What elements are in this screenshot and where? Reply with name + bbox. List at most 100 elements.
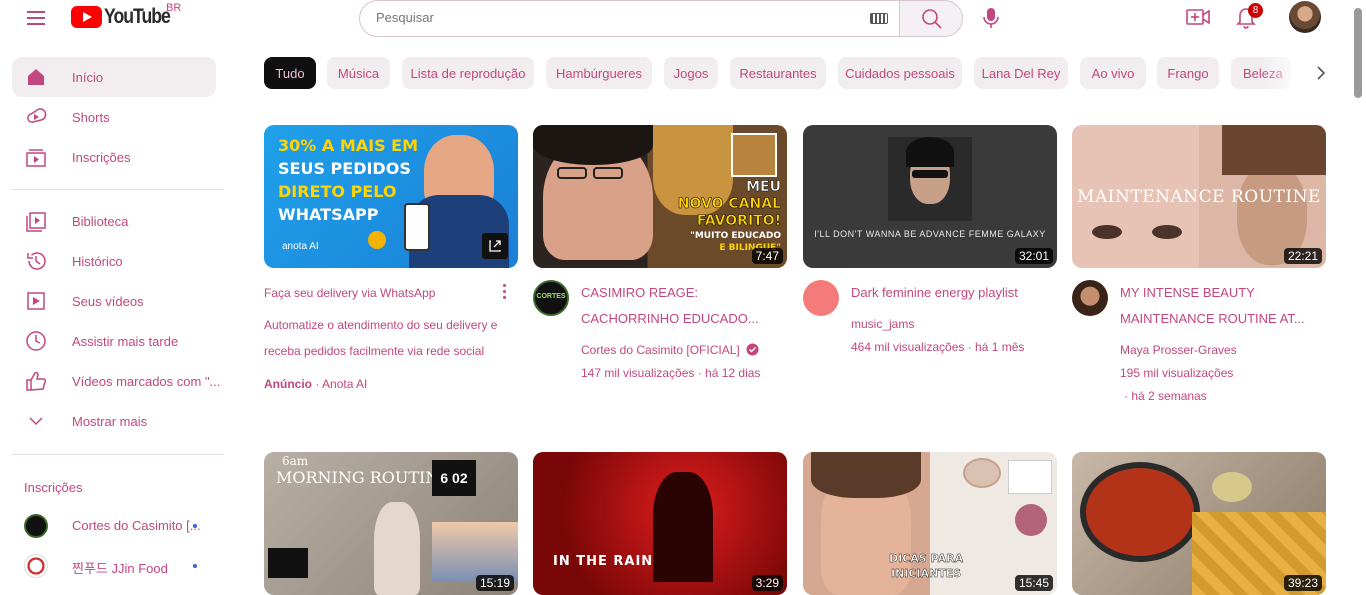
external-link-icon[interactable] (482, 233, 508, 259)
channel-name[interactable]: music_jams (851, 317, 914, 331)
subscription-item[interactable]: 찐푸드 JJin Food (12, 546, 216, 586)
thumb-makeup (963, 458, 1001, 488)
chip-lana-del-rey[interactable]: Lana Del Rey (974, 57, 1068, 89)
mic-icon[interactable] (981, 6, 1001, 30)
video-title-line: CASIMIRO REAGE: (581, 285, 699, 300)
video-title[interactable]: Faça seu delivery via WhatsApp (264, 280, 435, 306)
chip-restaurants[interactable]: Restaurantes (730, 57, 826, 89)
sidebar-item-shorts[interactable]: Shorts (12, 97, 216, 137)
thumb-line: "MUITO EDUCADO (690, 231, 781, 241)
sidebar-item-label: Assistir mais tarde (72, 333, 179, 349)
video-title-line: CACHORRINHO EDUCADO... (581, 311, 759, 326)
logo-text: YouTube (104, 5, 171, 28)
thumb-headline: 30% A MAIS EM SEUS PEDIDOS DIRETO PELO W… (278, 134, 418, 226)
channel-avatar[interactable] (1072, 280, 1108, 316)
youtube-logo[interactable]: YouTube BR (71, 2, 182, 29)
thumb-brand: anota AI (282, 241, 319, 252)
sidebar-item-your-videos[interactable]: Seus vídeos (12, 281, 216, 321)
subscription-label: 찐푸드 JJin Food (72, 561, 168, 576)
video-title[interactable]: Dark feminine energy playlist (851, 280, 1018, 306)
channel-name[interactable]: Maya Prosser-Graves (1120, 343, 1237, 357)
sidebar-item-label: Vídeos marcados com "... (72, 373, 221, 389)
thumb-text-small: 6am (282, 454, 309, 468)
chip-playlist[interactable]: Lista de reprodução (402, 57, 534, 89)
channel-name-row[interactable]: Cortes do Casimito [OFICIAL] (581, 343, 759, 357)
thumb-caption: I'LL DON'T WANNA BE ADVANCE FEMME GALAXY (814, 229, 1046, 239)
chevron-right-icon[interactable] (1306, 58, 1336, 88)
video-thumbnail[interactable]: I'LL DON'T WANNA BE ADVANCE FEMME GALAXY… (803, 125, 1057, 268)
video-duration: 39:23 (1283, 575, 1322, 591)
scrollbar-thumb[interactable] (1354, 8, 1362, 98)
menu-icon[interactable] (24, 6, 48, 30)
channel-avatar[interactable] (803, 280, 839, 316)
sidebar-item-history[interactable]: Histórico (12, 241, 216, 281)
video-thumbnail[interactable]: 6am MORNING ROUTINE. 6 02 15:19 (264, 452, 518, 595)
subscriptions-section-title: Inscrições (24, 480, 83, 495)
thumb-hair (811, 452, 921, 498)
more-options-icon[interactable] (502, 284, 508, 300)
channel-name: Cortes do Casimito [OFICIAL] (581, 343, 740, 357)
video-title[interactable]: MY INTENSE BEAUTY MAINTENANCE ROUTINE AT… (1120, 280, 1305, 332)
sidebar-item-watch-later[interactable]: Assistir mais tarde (12, 321, 216, 361)
thumb-line: SEUS PEDIDOS (278, 159, 411, 178)
video-thumbnail[interactable]: 30% A MAIS EM SEUS PEDIDOS DIRETO PELO W… (264, 125, 518, 268)
video-stats: 147 mil visualizações · há 12 dias (581, 366, 761, 380)
youtube-play-icon (71, 6, 102, 28)
thumb-pot (1080, 462, 1200, 562)
ad-description: Automatize o atendimento do seu delivery… (264, 312, 504, 364)
video-thumbnail[interactable]: DICAS PARA INICIANTES 15:45 (803, 452, 1057, 595)
sidebar-item-show-more[interactable]: Mostrar mais (12, 401, 216, 441)
chip-games[interactable]: Jogos (664, 57, 718, 89)
thumb-eye (1152, 225, 1182, 239)
sidebar-item-label: Shorts (72, 109, 110, 125)
video-duration: 7:47 (751, 248, 783, 264)
video-thumbnail[interactable]: MAINTENANCE ROUTINE 22:21 (1072, 125, 1326, 268)
search-input[interactable] (376, 10, 856, 25)
user-avatar[interactable] (1289, 1, 1321, 33)
sidebar-item-label: Biblioteca (72, 213, 129, 229)
sidebar-item-label: Início (72, 69, 104, 85)
thumb-glasses (557, 167, 587, 179)
video-thumbnail[interactable]: MEU NOVO CANAL FAVORITO! "MUITO EDUCADO … (533, 125, 787, 268)
channel-avatar[interactable]: CORTES (533, 280, 569, 316)
sidebar-item-subscriptions[interactable]: Inscrições (12, 137, 216, 177)
country-code: BR (166, 2, 182, 14)
search-button[interactable] (899, 0, 963, 37)
chip-music[interactable]: Música (327, 57, 390, 89)
keyboard-icon[interactable] (870, 13, 888, 24)
video-stats: 464 mil visualizações · há 1 mês (851, 340, 1025, 354)
video-duration: 22:21 (1283, 248, 1322, 264)
home-icon (28, 69, 44, 85)
new-content-dot (193, 564, 197, 568)
sidebar-divider (12, 189, 224, 190)
thumb-person (374, 502, 420, 595)
thumb-hair (533, 125, 653, 165)
sidebar-item-liked-videos[interactable]: Vídeos marcados com "... (12, 361, 220, 401)
sidebar-item-home[interactable]: Início (12, 57, 216, 97)
thumb-line: NOVO CANAL (677, 196, 782, 213)
thumb-line: DICAS PARA (889, 552, 964, 565)
create-video-icon[interactable] (1186, 6, 1210, 28)
sidebar-item-library[interactable]: Biblioteca (12, 201, 216, 241)
chip-live[interactable]: Ao vivo (1080, 57, 1146, 89)
video-views: 195 mil visualizações (1120, 366, 1234, 380)
thumb-bowl (1212, 472, 1252, 502)
thumb-line: WHATSAPP (278, 205, 379, 224)
thumb-dog-inset (731, 133, 777, 177)
sidebar-item-label: Seus vídeos (72, 293, 144, 309)
thumb-silhouette (653, 472, 713, 582)
notification-count-badge: 8 (1248, 3, 1263, 18)
subscription-item[interactable]: Cortes do Casimito [... (12, 506, 216, 546)
chip-all[interactable]: Tudo (264, 57, 316, 89)
chip-hamburgers[interactable]: Hambúrgueres (546, 57, 652, 89)
chip-personal-care[interactable]: Cuidados pessoais (838, 57, 962, 89)
video-thumbnail[interactable]: IN THE RAIN 3:29 (533, 452, 787, 595)
thumb-hair (1222, 125, 1326, 175)
video-title[interactable]: CASIMIRO REAGE: CACHORRINHO EDUCADO... (581, 280, 759, 332)
advertiser-name[interactable]: · Anota AI (315, 377, 367, 391)
video-duration: 3:29 (751, 575, 783, 591)
chip-chicken[interactable]: Frango (1157, 57, 1219, 89)
thumb-palette (1008, 460, 1052, 494)
video-thumbnail[interactable]: 39:23 (1072, 452, 1326, 595)
thumb-checklist (268, 548, 308, 578)
